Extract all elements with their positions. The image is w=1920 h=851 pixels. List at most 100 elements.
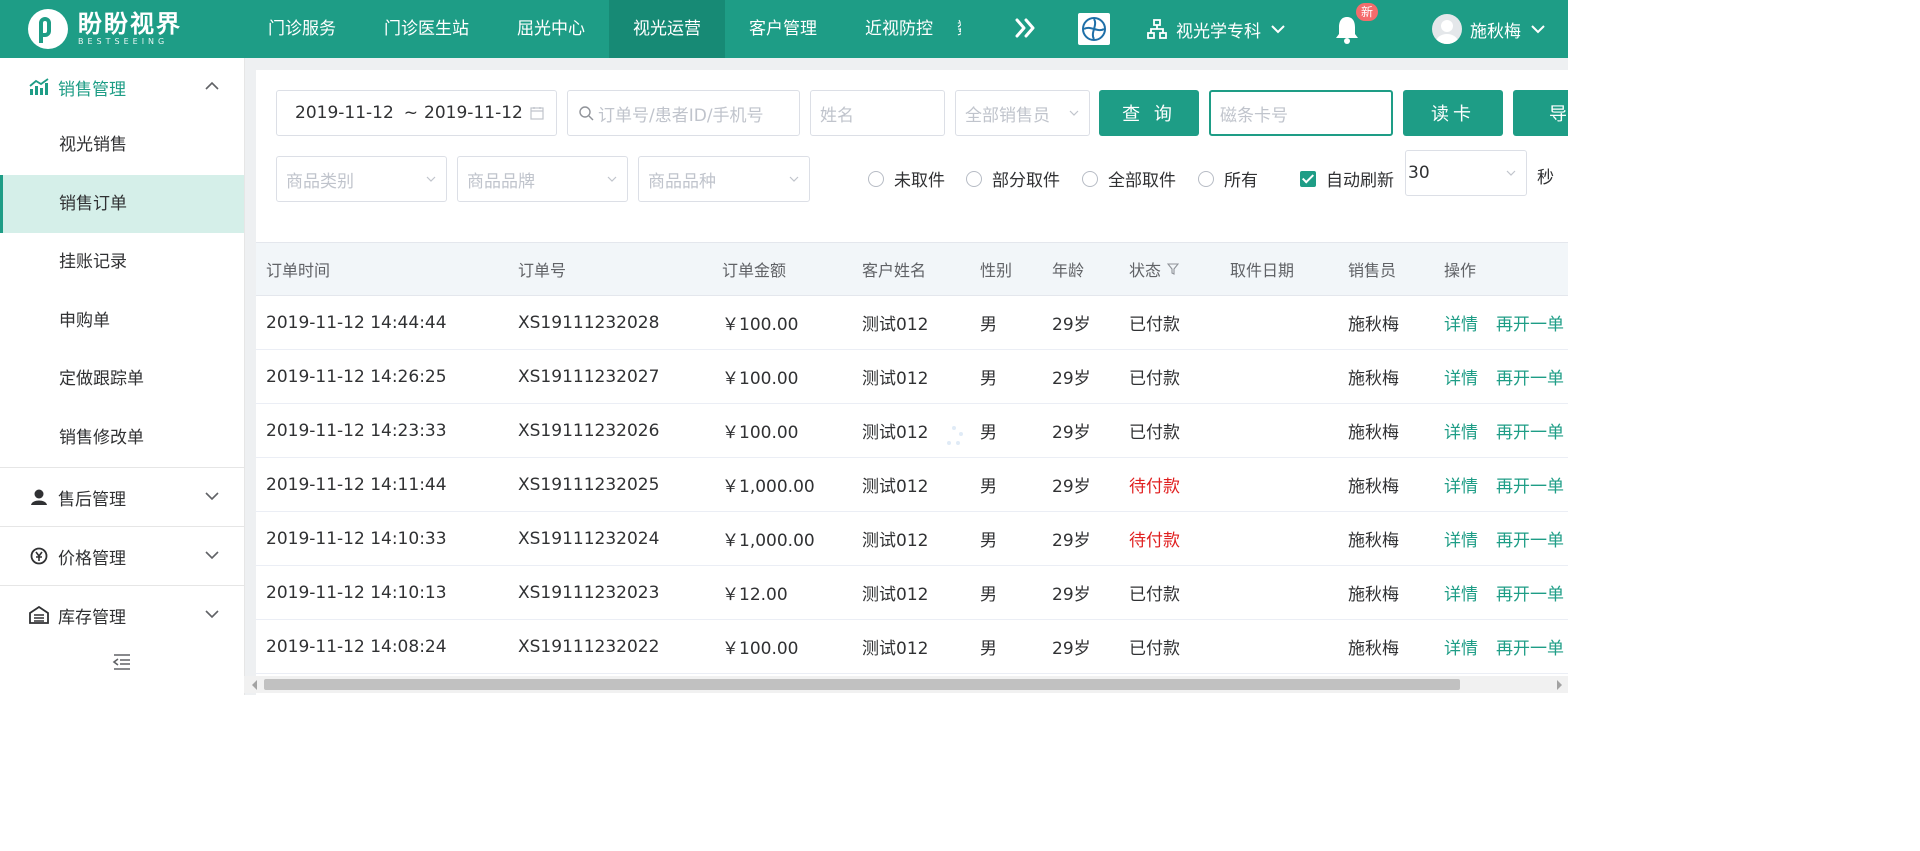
column-header-amount[interactable]: 订单金额 <box>722 243 786 295</box>
export-button[interactable]: 导出 <box>1513 90 1568 136</box>
product-variety-select[interactable]: 商品品种 <box>638 156 810 202</box>
cell-salesperson: 施秋梅 <box>1348 369 1399 389</box>
reopen-order-link[interactable]: 再开一单 <box>1496 472 1564 497</box>
cell-order-no: XS19111232022 <box>518 636 660 657</box>
notification-bell-icon[interactable] <box>1334 14 1360 44</box>
cell-order-time: 2019-11-12 14:23:33 <box>266 420 447 441</box>
cell-actions: 详情 再开一单 <box>1444 404 1564 457</box>
column-header-order-time[interactable]: 订单时间 <box>266 243 330 295</box>
reopen-order-link[interactable]: 再开一单 <box>1496 418 1564 443</box>
sidebar-group-inventory[interactable]: 库存管理 <box>0 586 244 644</box>
scroll-left-arrow-icon[interactable] <box>252 680 257 690</box>
nav-item-clinic-service[interactable]: 门诊服务 <box>244 0 360 58</box>
sidebar-item-sales-modifications[interactable]: 销售修改单 <box>0 409 244 468</box>
sidebar-item-sales-orders[interactable]: 销售订单 <box>0 174 244 233</box>
detail-link[interactable]: 详情 <box>1444 580 1478 605</box>
table-row[interactable]: 2019-11-12 14:44:44 XS19111232028 ￥100.00 测… <box>256 296 1568 350</box>
scroll-right-arrow-icon[interactable] <box>1557 680 1562 690</box>
refresh-interval-select[interactable]: 30 <box>1405 150 1527 196</box>
sidebar-item-purchase-requests[interactable]: 申购单 <box>0 292 244 351</box>
column-header-sex[interactable]: 性别 <box>980 243 1012 295</box>
department-selector[interactable]: 视光学专科 <box>1146 0 1287 58</box>
column-header-order-no[interactable]: 订单号 <box>518 243 566 295</box>
reopen-order-link[interactable]: 再开一单 <box>1496 310 1564 335</box>
nav-item-refraction-center[interactable]: 屈光中心 <box>493 0 609 58</box>
nav-more-button[interactable] <box>1012 14 1044 44</box>
nav-item-customer-mgmt[interactable]: 客户管理 <box>725 0 841 58</box>
detail-link[interactable]: 详情 <box>1444 310 1478 335</box>
sidebar-group-sales[interactable]: 销售管理 <box>0 58 244 116</box>
detail-link[interactable]: 详情 <box>1444 526 1478 551</box>
detail-link[interactable]: 详情 <box>1444 472 1478 497</box>
nav-item-myopia-control[interactable]: 近视防控 <box>841 0 957 58</box>
reopen-order-link[interactable]: 再开一单 <box>1496 364 1564 389</box>
order-search-input[interactable]: 订单号/患者ID/手机号 <box>567 90 800 136</box>
date-range-picker[interactable]: 2019-11-12 ~ 2019-11-12 <box>276 90 557 136</box>
cell-amount: ￥1,000.00 <box>722 477 815 497</box>
chart-icon <box>28 77 50 97</box>
filter-icon[interactable] <box>1167 263 1180 275</box>
read-card-button[interactable]: 读卡 <box>1403 90 1503 136</box>
radio-not-picked[interactable]: 未取件 <box>868 166 945 191</box>
column-header-status[interactable]: 状态 <box>1129 243 1180 295</box>
cell-age: 29岁 <box>1052 477 1091 497</box>
sidebar-item-optometry-sales[interactable]: 视光销售 <box>0 116 244 175</box>
column-header-age[interactable]: 年龄 <box>1052 243 1084 295</box>
table-row[interactable]: 2019-11-12 14:10:13 XS19111232023 ￥12.00 测试… <box>256 566 1568 620</box>
cell-order-no: XS19111232028 <box>518 312 660 333</box>
column-header-salesperson[interactable]: 销售员 <box>1348 243 1396 295</box>
detail-link[interactable]: 详情 <box>1444 418 1478 443</box>
reopen-order-link[interactable]: 再开一单 <box>1496 526 1564 551</box>
cell-status: 待付款 <box>1129 531 1180 551</box>
cell-status: 已付款 <box>1129 639 1180 659</box>
column-header-customer[interactable]: 客户姓名 <box>862 243 926 295</box>
nav-item-truncated[interactable]: 数 <box>957 0 961 58</box>
brand-logo[interactable]: 盼盼视界 BESTSEEING <box>28 8 182 50</box>
cell-customer: 测试012 <box>862 477 929 497</box>
detail-link[interactable]: 详情 <box>1444 634 1478 659</box>
reopen-order-link[interactable]: 再开一单 <box>1496 634 1564 659</box>
salesperson-select[interactable]: 全部销售员 <box>955 90 1090 136</box>
reopen-order-link[interactable]: 再开一单 <box>1496 580 1564 605</box>
radio-label: 全部取件 <box>1108 171 1176 191</box>
cell-salesperson: 施秋梅 <box>1348 531 1399 551</box>
sidebar-item-custom-tracking[interactable]: 定做跟踪单 <box>0 350 244 409</box>
radio-all[interactable]: 所有 <box>1198 166 1258 191</box>
sidebar-item-credit-records[interactable]: 挂账记录 <box>0 233 244 292</box>
radio-partially-picked[interactable]: 部分取件 <box>966 166 1060 191</box>
column-header-pickup-date[interactable]: 取件日期 <box>1230 243 1294 295</box>
product-category-select[interactable]: 商品类别 <box>276 156 447 202</box>
sidebar-group-after-sales[interactable]: 售后管理 <box>0 468 244 526</box>
nav-item-doctor-station[interactable]: 门诊医生站 <box>360 0 493 58</box>
detail-link[interactable]: 详情 <box>1444 364 1478 389</box>
cell-age: 29岁 <box>1052 315 1091 335</box>
scrollbar-thumb[interactable] <box>264 679 1460 690</box>
cell-order-no: XS19111232026 <box>518 420 660 441</box>
horizontal-scrollbar[interactable] <box>244 676 1568 693</box>
product-brand-select[interactable]: 商品品牌 <box>457 156 628 202</box>
date-end: 2019-11-12 <box>424 103 523 123</box>
table-row[interactable]: 2019-11-12 14:10:33 XS19111232024 ￥1,000.0… <box>256 512 1568 566</box>
sidebar-group-price[interactable]: 价格管理 <box>0 527 244 585</box>
table-row[interactable]: 2019-11-12 14:08:24 XS19111232022 ￥100.00 测… <box>256 620 1568 674</box>
table-row[interactable]: 2019-11-12 14:26:25 XS19111232027 ￥100.00 测… <box>256 350 1568 404</box>
auto-refresh-checkbox[interactable]: 自动刷新 <box>1300 166 1394 191</box>
card-placeholder: 磁条卡号 <box>1220 105 1288 126</box>
nav-item-optometry-ops[interactable]: 视光运营 <box>609 0 725 58</box>
cell-amount: ￥100.00 <box>722 423 799 443</box>
cell-age: 29岁 <box>1052 585 1091 605</box>
radio-all-picked[interactable]: 全部取件 <box>1082 166 1176 191</box>
user-menu[interactable]: 施秋梅 <box>1432 0 1547 58</box>
query-button[interactable]: 查 询 <box>1099 90 1199 136</box>
table-row[interactable]: 2019-11-12 14:23:33 XS19111232026 ￥100.00 测… <box>256 404 1568 458</box>
table-row[interactable]: 2019-11-12 14:11:44 XS19111232025 ￥1,000.0… <box>256 458 1568 512</box>
collapse-sidebar-icon[interactable] <box>112 652 132 672</box>
brand-text: 盼盼视界 BESTSEEING <box>78 11 182 47</box>
card-number-input[interactable]: 磁条卡号 <box>1209 90 1393 136</box>
brand-subtitle: BESTSEEING <box>78 37 169 46</box>
cell-status: 已付款 <box>1129 423 1180 443</box>
sidebar-group-label: 价格管理 <box>58 548 126 569</box>
cell-sex: 男 <box>980 639 997 659</box>
name-input[interactable]: 姓名 <box>810 90 945 136</box>
auto-refresh-label: 自动刷新 <box>1326 171 1394 191</box>
